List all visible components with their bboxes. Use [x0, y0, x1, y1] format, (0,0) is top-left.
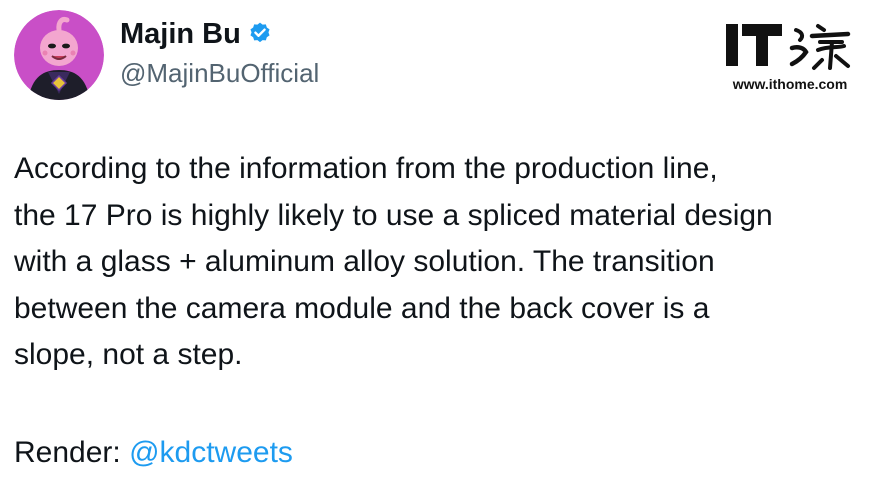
tweet-body: According to the information from the pr… [14, 146, 864, 379]
ithome-url: www.ithome.com [732, 76, 848, 92]
verified-badge-icon [250, 22, 270, 43]
tweet-card: Majin Bu @MajinBuOfficial www.ithome.com… [0, 0, 870, 492]
tweet-line: According to the information from the pr… [14, 152, 718, 185]
tweet-line: between the camera module and the back c… [14, 291, 710, 325]
author-name-row: Majin Bu [120, 16, 273, 52]
render-label: Render: [14, 436, 121, 469]
author-handle[interactable]: @MajinBuOfficial [120, 56, 319, 90]
tweet-line: with a glass + aluminum alloy solution. … [14, 245, 715, 278]
render-mention-link[interactable]: @kdctweets [129, 436, 293, 469]
majin-buu-avatar-icon [14, 10, 104, 100]
tweet-line: the 17 Pro is highly likely to use a spl… [14, 198, 773, 232]
ithome-logo-icon [726, 24, 851, 70]
tweet-line: slope, not a step. [14, 338, 243, 371]
render-credit: Render: @kdctweets [14, 430, 293, 476]
author-display-name[interactable]: Majin Bu [120, 16, 241, 52]
author-avatar[interactable] [14, 10, 104, 100]
ithome-watermark: www.ithome.com [720, 14, 860, 98]
